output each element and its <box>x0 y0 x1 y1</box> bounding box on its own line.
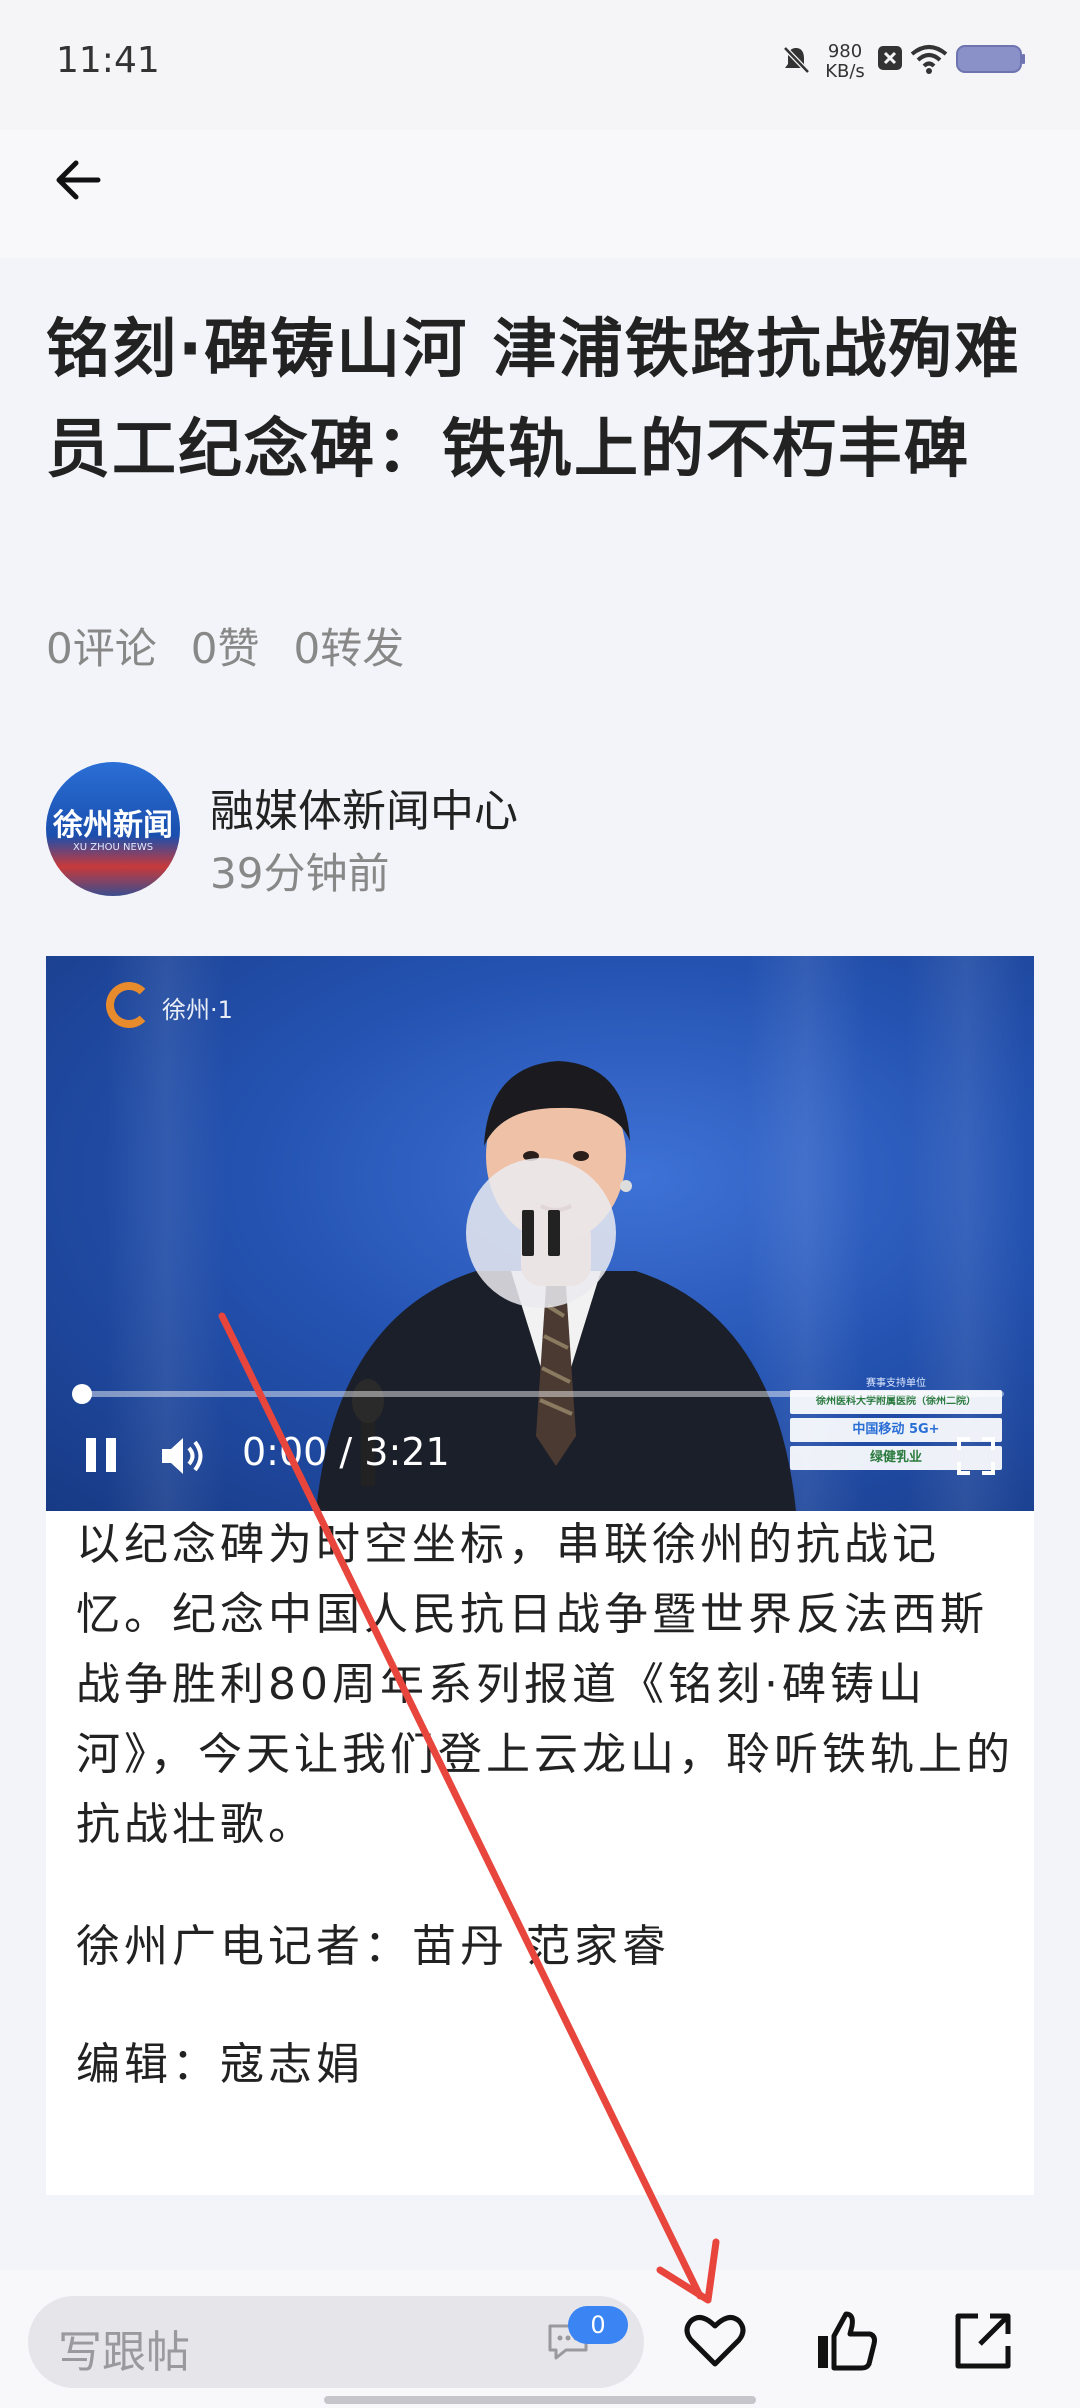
avatar-subtext: XU ZHOU NEWS <box>72 842 154 853</box>
share-icon[interactable] <box>948 2306 1018 2376</box>
channel-logo: 徐州·1 <box>106 982 256 1032</box>
pause-icon-bar <box>106 1438 116 1472</box>
sponsor-header: 赛事支持单位 <box>866 1378 926 1389</box>
author-name[interactable]: 融媒体新闻中心 <box>210 775 518 839</box>
comment-count-badge: 0 <box>568 2306 628 2344</box>
wifi-icon <box>910 45 948 74</box>
author-avatar[interactable]: 徐州新闻 XU ZHOU NEWS <box>46 762 180 896</box>
article-title: 铭刻·碑铸山河 津浦铁路抗战殉难员工纪念碑：铁轨上的不朽丰碑 <box>46 313 1021 487</box>
pause-icon-bar <box>522 1210 534 1256</box>
home-indicator[interactable] <box>324 2396 756 2404</box>
comment-placeholder: 写跟帖 <box>58 2327 190 2378</box>
video-progress-track[interactable] <box>74 1391 1004 1397</box>
article-body: 以纪念碑为时空坐标，串联徐州的抗战记忆。纪念中国人民抗日战争暨世界反法西斯战争胜… <box>76 1519 1014 1850</box>
video-progress-handle[interactable] <box>72 1384 92 1404</box>
status-time: 11:41 <box>56 40 160 81</box>
heart-icon[interactable] <box>680 2306 750 2376</box>
like-count-stat: 0赞 <box>190 624 260 673</box>
header <box>0 130 1080 258</box>
no-sim-icon <box>878 46 902 70</box>
reporter-credit: 徐州广电记者：苗丹 范家睿 <box>76 1921 670 1972</box>
share-count-stat: 0转发 <box>293 624 405 673</box>
thumbs-up-icon[interactable] <box>812 2306 882 2376</box>
center-pause-button[interactable] <box>466 1158 616 1308</box>
article-stats: 0评论 0赞 0转发 <box>46 615 404 676</box>
net-speed: 980 KB/s <box>820 42 870 82</box>
fullscreen-icon[interactable] <box>956 1436 996 1476</box>
pause-icon-bar <box>548 1210 560 1256</box>
mute-bell-icon <box>783 46 810 74</box>
pause-button[interactable] <box>84 1436 120 1476</box>
pause-icon-bar <box>86 1438 96 1472</box>
comment-input[interactable]: 写跟帖 0 <box>28 2296 644 2388</box>
publish-time: 39分钟前 <box>210 849 390 898</box>
channel-logo-swirl <box>106 982 152 1028</box>
net-speed-value: 980 <box>827 41 863 62</box>
battery-icon <box>956 45 1025 73</box>
volume-icon[interactable] <box>158 1434 208 1478</box>
video-player[interactable]: 徐州·1 赛事支持单位 徐州医科大学附属医院（徐州二院） 中国移动 5G+ 绿健… <box>46 956 1034 1511</box>
channel-label: 徐州·1 <box>162 996 233 1024</box>
net-speed-unit: KB/s <box>825 61 865 82</box>
video-time: 0:00 / 3:21 <box>242 1430 450 1474</box>
video-bg-stripe <box>106 956 226 1511</box>
avatar-text: 徐州新闻 <box>53 808 173 843</box>
back-arrow-icon[interactable] <box>50 150 110 210</box>
editor-credit: 编辑：寇志娟 <box>76 2039 364 2090</box>
comment-count-stat: 0评论 <box>46 624 157 673</box>
